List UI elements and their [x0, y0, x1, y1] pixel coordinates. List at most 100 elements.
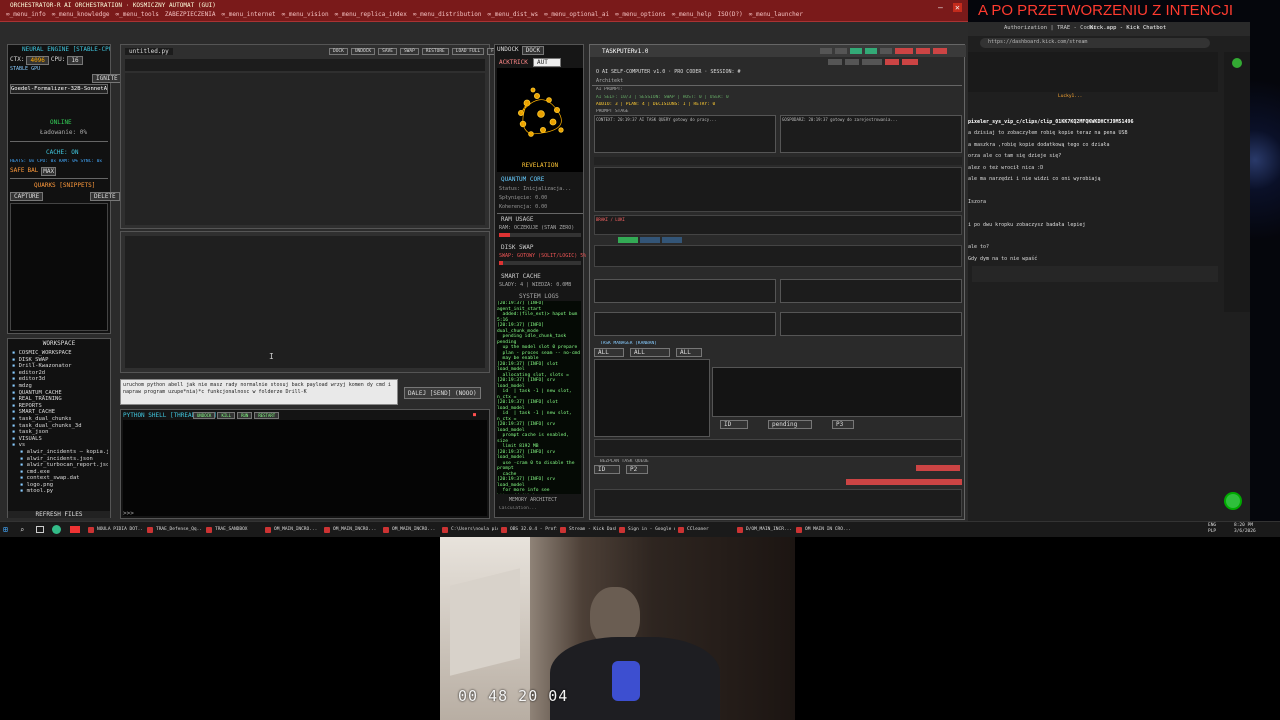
file-tree-item[interactable]: editor3d	[12, 376, 108, 383]
menu-item[interactable]: ∞_menu_launcher	[749, 11, 803, 18]
menu-item[interactable]: ∞_menu_vision	[282, 11, 329, 18]
close-button[interactable]: ✕	[953, 3, 962, 12]
file-tree-item[interactable]: task_dual_chunks_3d	[12, 423, 108, 430]
refresh-files-button[interactable]: REFRESH FILES	[8, 511, 110, 518]
editor-toolbar-button[interactable]: SWAP	[399, 48, 419, 55]
file-tree-item[interactable]: COSMIC_WORKSPACE	[12, 350, 108, 357]
bal-button[interactable]: BAL	[27, 167, 38, 176]
system-log[interactable]: [20:19:37] [INFO] agent_init_start added…	[497, 301, 581, 494]
safe-button[interactable]: SAFE	[10, 167, 24, 176]
snippets-list[interactable]	[10, 203, 108, 331]
taskbar-app[interactable]: OBS 32.0.4 - Profile...	[501, 525, 557, 535]
file-tree-item[interactable]: mdzg	[12, 383, 108, 390]
model-select[interactable]: Goedel-Formalizer-32B-SonnetAnnotated	[11, 85, 107, 93]
file-tree-item[interactable]: REPORTS	[12, 403, 108, 410]
file-tree-item[interactable]: mtool.py	[12, 488, 108, 495]
shell-kill-icon[interactable]: ■	[473, 412, 476, 418]
search-icon[interactable]: ⌕	[20, 525, 24, 535]
file-tree-item[interactable]: QUANTUM_CACHE	[12, 390, 108, 397]
start-icon[interactable]: ⊞	[3, 525, 8, 535]
file-tree-item[interactable]: alwir_incidents — kopia.json	[12, 449, 108, 456]
docs-box[interactable]	[780, 312, 962, 336]
record-indicator-icon[interactable]	[1226, 494, 1240, 508]
minimize-button[interactable]: –	[938, 3, 943, 12]
file-tree-item[interactable]: alwir_incidents.json	[12, 456, 108, 463]
shell-tag-button[interactable]: UNDOCK	[193, 412, 216, 419]
browser-tab-2[interactable]: Kick.app - Kick Chatbot	[1090, 25, 1166, 31]
language-indicator[interactable]: ENG PLP	[1208, 523, 1216, 535]
menu-item[interactable]: ZABEZPIECZENIA	[165, 11, 216, 18]
notes-box[interactable]	[594, 312, 776, 336]
taskbar-app[interactable]: TRAE_Defense_Qq...	[147, 525, 203, 535]
editor-toolbar-button[interactable]: LOAD FULL	[451, 48, 485, 55]
run-box[interactable]	[594, 279, 776, 303]
file-tree-item[interactable]: task_json	[12, 429, 108, 436]
taskbar-app[interactable]: OM_MAIN_INCRO...	[265, 525, 321, 535]
file-tree-item[interactable]: context_swap.dat	[12, 475, 108, 482]
plan-box[interactable]	[594, 167, 962, 212]
code-editor[interactable]	[125, 73, 485, 225]
task-view-icon[interactable]	[36, 526, 44, 533]
file-tree-item[interactable]: alwir_turbocan_report.json	[12, 462, 108, 469]
dock-button[interactable]: DOCK	[521, 46, 545, 55]
chat-input[interactable]	[972, 266, 1218, 282]
shell-output[interactable]	[123, 420, 487, 516]
ctx-input[interactable]: 4096	[26, 56, 49, 65]
browser-tab-1[interactable]: Authorization | TRAE - Coder	[1004, 25, 1097, 31]
host-box[interactable]: GOSPODARZ: 20:19:37 gotowy do zarejestro…	[780, 115, 962, 153]
prompt-input[interactable]: uruchom python abell jak nie masz rady n…	[120, 379, 398, 405]
clock[interactable]: 8:20 PM 3/6/2026	[1234, 523, 1256, 535]
task-status-select[interactable]: pending	[768, 420, 812, 429]
editor-toolbar-button[interactable]: RESTORE	[421, 48, 449, 55]
auto-select[interactable]: AUT	[533, 58, 561, 67]
extension-icon[interactable]	[1232, 58, 1242, 68]
taskbar-app[interactable]: OM MAIN IN CRO...	[796, 525, 852, 535]
manage-box[interactable]	[780, 279, 962, 303]
taskbar-app[interactable]: TRAE_SANDBOX	[206, 525, 262, 535]
editor-toolbar-button[interactable]: SAVE	[378, 48, 397, 55]
shell-tag-button[interactable]: RESTART	[254, 412, 280, 419]
editor-toolbar-button[interactable]: DOCK	[329, 48, 348, 55]
capture-button[interactable]: CAPTURE	[10, 192, 44, 201]
menu-item[interactable]: ∞_menu_dist_ws	[488, 11, 539, 18]
filter-2[interactable]: ALL	[630, 348, 670, 357]
taskbar-app[interactable]: Sign in - Google Ac...	[619, 525, 675, 535]
task-priority-select[interactable]: P3	[832, 420, 854, 429]
gaps-box[interactable]: BRAKI / LUKI	[594, 215, 962, 235]
send-button[interactable]: DALEJ [SEND] (NOOO)	[404, 387, 481, 399]
queue-remove-button[interactable]	[916, 465, 960, 471]
taskbar-app[interactable]: OM_MAIN_INCRO...	[324, 525, 380, 535]
file-tree-item[interactable]: editor2d	[12, 370, 108, 377]
ignite-button[interactable]: IGNITE	[92, 74, 122, 83]
taskbar-app[interactable]: C:\Users\noula pid...	[442, 525, 498, 535]
queue-id-select[interactable]: ID	[594, 465, 620, 474]
task-list[interactable]	[594, 359, 710, 437]
file-tree-item[interactable]: vs	[12, 442, 108, 449]
context-box[interactable]: CONTEXT: 20:19:37 AI TASK QUERY gotowy d…	[594, 115, 776, 153]
taskbar-app[interactable]: NOULA PIDIA DOT...	[88, 525, 144, 535]
menu-item[interactable]: ∞_menu_optional_ai	[544, 11, 609, 18]
undock-button[interactable]: UNDOCK	[497, 46, 519, 55]
menu-item[interactable]: ∞_menu_help	[672, 11, 712, 18]
menu-item[interactable]: ∞_menu_knowledge	[52, 11, 110, 18]
task-detail[interactable]	[712, 367, 962, 417]
menu-item[interactable]: ISO(D?)	[717, 11, 742, 18]
task-id-select[interactable]: ID	[720, 420, 748, 429]
file-tree-item[interactable]: task_dual_chunks	[12, 416, 108, 423]
menu-item[interactable]: ∞_menu_info	[6, 11, 46, 18]
editor-toolbar-button[interactable]: UNDOCK	[350, 48, 376, 55]
filter-3[interactable]: ALL	[676, 348, 702, 357]
file-tree-item[interactable]: logo.png	[12, 482, 108, 489]
taskbar-app[interactable]: CCleaner	[678, 525, 734, 535]
queue-clear-button[interactable]	[846, 479, 962, 485]
max-button[interactable]: MAX	[41, 167, 57, 176]
file-tree[interactable]: COSMIC_WORKSPACEDISK_SWAPDrill-Kwazonato…	[12, 350, 108, 508]
file-tree-item[interactable]: DISK_SWAP	[12, 357, 108, 364]
queue-priority-select[interactable]: P2	[626, 465, 648, 474]
file-tree-item[interactable]: Drill-Kwazonator	[12, 363, 108, 370]
menu-item[interactable]: ∞_menu_distribution	[413, 11, 482, 18]
taskbar-app[interactable]: OM_MAIN_INCRO...	[383, 525, 439, 535]
shell-tag-button[interactable]: KILL	[217, 412, 236, 419]
menu-item[interactable]: ∞_menu_internet	[221, 11, 275, 18]
taskbar-app[interactable]: D/OM_MAIN_INCR...	[737, 525, 793, 535]
